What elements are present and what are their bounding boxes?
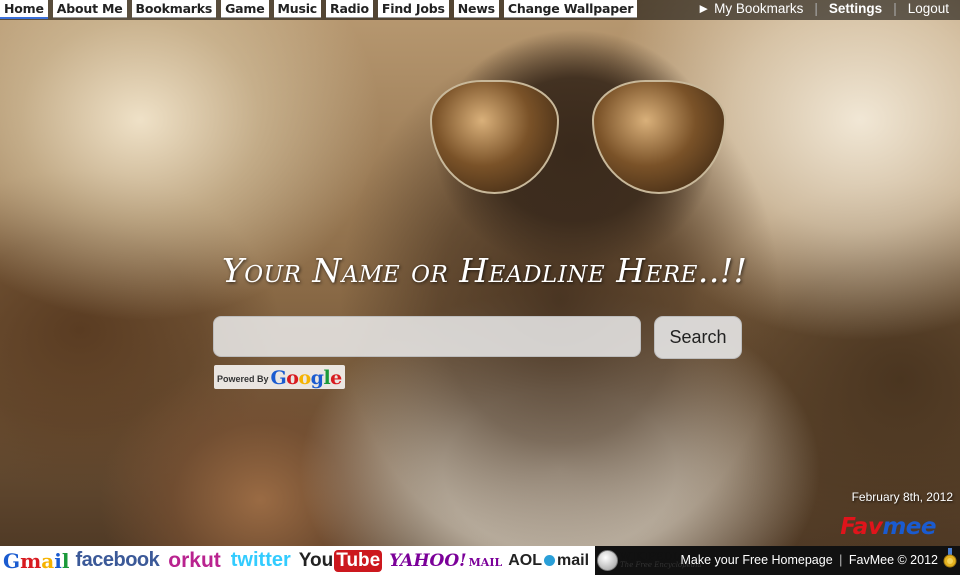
service-links: Gmail facebook orkut twitter You Tube YAH… <box>0 546 702 575</box>
user-links: ► My Bookmarks | Settings | Logout <box>697 0 949 17</box>
youtube-you: You <box>298 549 334 571</box>
wikipedia-globe-icon <box>597 550 619 571</box>
footer-text: Make your Free Homepage | FavMee © 2012 <box>681 553 939 567</box>
separator: | <box>814 1 818 16</box>
aol-label: AOL <box>508 551 542 569</box>
tab-radio[interactable]: Radio <box>326 0 373 18</box>
facebook-link[interactable]: facebook <box>75 549 159 572</box>
settings-link[interactable]: Settings <box>829 0 882 17</box>
twitter-link[interactable]: twitter <box>231 549 291 572</box>
search-button[interactable]: Search <box>654 316 742 359</box>
tab-music[interactable]: Music <box>273 0 322 18</box>
aol-icon <box>544 555 555 566</box>
copyright: FavMee © 2012 <box>848 553 938 567</box>
tab-game[interactable]: Game <box>221 0 269 18</box>
my-bookmarks-link[interactable]: ► My Bookmarks <box>697 0 803 17</box>
nav-tabs: Home About Me Bookmarks Game Music Radio… <box>0 0 638 19</box>
yahoo-label: YAHOO! <box>389 550 467 571</box>
tab-news[interactable]: News <box>453 0 499 18</box>
tab-about-me[interactable]: About Me <box>52 0 127 18</box>
headline: Your Name or Headline Here..!! <box>222 251 748 290</box>
tab-find-jobs[interactable]: Find Jobs <box>377 0 449 18</box>
powered-by-google: Powered By Google <box>214 365 345 389</box>
powered-by-label: Powered By <box>217 374 269 384</box>
aol-mail-label: mail <box>557 551 590 569</box>
search-input[interactable] <box>213 316 641 357</box>
current-date: February 8th, 2012 <box>851 490 953 504</box>
orkut-link[interactable]: orkut <box>168 549 221 573</box>
gmail-link[interactable]: Gmail <box>3 549 69 573</box>
tab-home[interactable]: Home <box>0 0 48 19</box>
tab-change-wallpaper[interactable]: Change Wallpaper <box>503 0 638 18</box>
yahoo-mail-label: MAIL <box>468 555 503 569</box>
yahoo-mail-link[interactable]: YAHOO! MAIL <box>389 551 502 571</box>
aol-mail-link[interactable]: AOL mail <box>508 552 589 570</box>
separator: | <box>839 553 843 567</box>
wallpaper-detail-left-lens <box>430 80 559 194</box>
google-logo: Google <box>270 367 343 389</box>
make-homepage-link[interactable]: Make your Free Homepage <box>681 553 833 567</box>
medal-icon <box>943 548 957 568</box>
logout-link[interactable]: Logout <box>908 0 949 17</box>
youtube-tube: Tube <box>334 549 383 572</box>
brand-part-fav: Fav <box>840 514 883 540</box>
tab-bookmarks[interactable]: Bookmarks <box>131 0 217 18</box>
brand-part-mee: mee <box>882 514 936 540</box>
top-navigation-bar: Home About Me Bookmarks Game Music Radio… <box>0 0 960 20</box>
wallpaper-detail-right-lens <box>592 80 726 194</box>
separator: | <box>893 1 897 16</box>
favmee-logo[interactable]: Favmee <box>840 514 936 540</box>
youtube-link[interactable]: You Tube <box>298 549 383 572</box>
